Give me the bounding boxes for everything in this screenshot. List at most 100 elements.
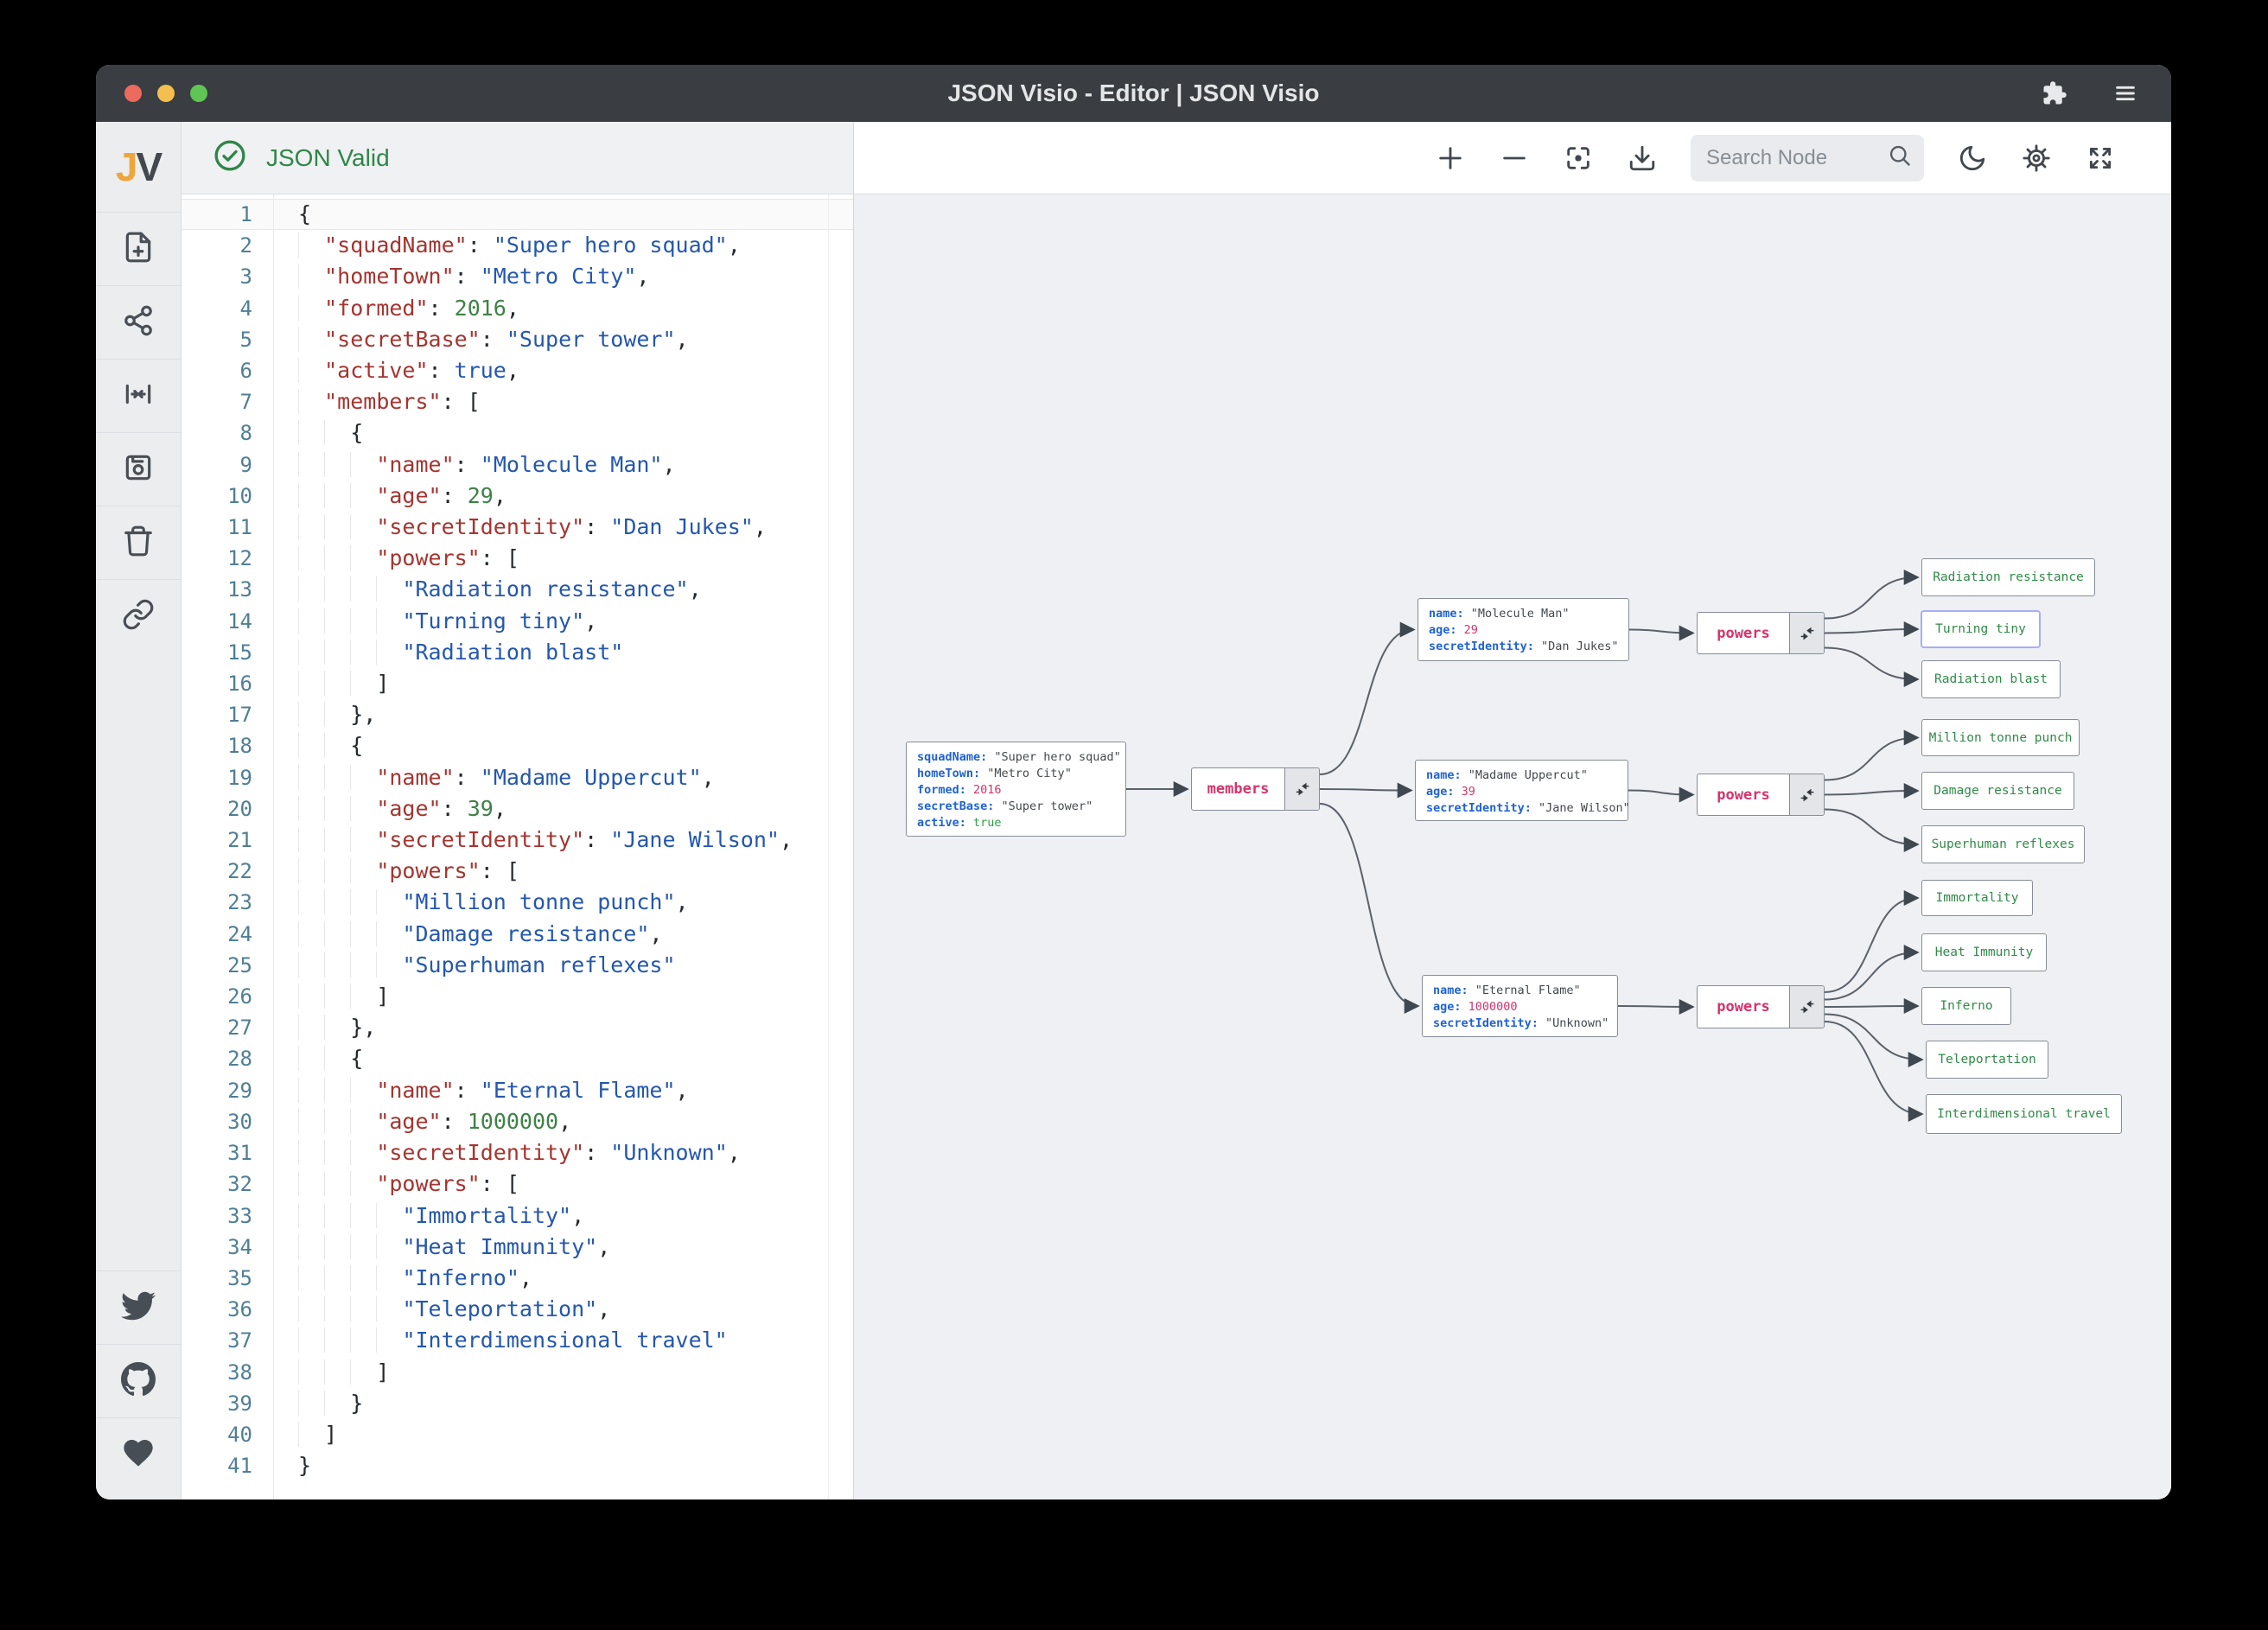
close-button[interactable] — [124, 85, 142, 102]
heart-icon — [121, 1436, 156, 1474]
editor-line: 28 { — [182, 1043, 853, 1074]
graph-node-p1[interactable]: powers — [1697, 612, 1825, 654]
save-floppy-icon — [122, 451, 155, 488]
line-number: 30 — [227, 1109, 252, 1134]
collapse-node-button[interactable] — [1789, 986, 1824, 1028]
jv-logo[interactable]: JV — [96, 122, 181, 212]
dark-mode-button[interactable] — [1957, 143, 1988, 174]
editor-line: 4 "formed": 2016, — [182, 293, 853, 324]
zoom-button[interactable] — [190, 85, 207, 102]
editor-line: 16 ] — [182, 668, 853, 699]
fullscreen-button[interactable] — [2085, 143, 2116, 174]
github-icon — [121, 1361, 156, 1401]
line-number: 17 — [227, 703, 252, 728]
search-node-input[interactable] — [1706, 145, 1888, 170]
menu-icon[interactable] — [2111, 79, 2140, 108]
parent-node-label: powers — [1717, 786, 1770, 804]
editor-line: 21 "secretIdentity": "Jane Wilson", — [182, 825, 853, 856]
line-number: 2 — [239, 233, 252, 258]
collapse-node-button[interactable] — [1789, 774, 1824, 815]
editor-line: 25 "Superhuman reflexes" — [182, 950, 853, 981]
editor-line: 13 "Radiation resistance", — [182, 574, 853, 605]
graph-view-button[interactable] — [96, 285, 181, 359]
graph-node-l2b[interactable]: Damage resistance — [1921, 772, 2074, 810]
graph-node-root[interactable]: squadName: "Super hero squad" homeTown: "… — [906, 742, 1126, 837]
traffic-lights — [124, 85, 207, 102]
search-icon — [1888, 143, 1912, 172]
delete-button[interactable] — [96, 506, 181, 579]
graph-node-l2c[interactable]: Superhuman reflexes — [1921, 825, 2085, 863]
line-number: 16 — [227, 672, 252, 697]
focus-center-button[interactable] — [1563, 143, 1594, 174]
zoom-in-button[interactable] — [1435, 143, 1466, 174]
share-nodes-icon — [122, 304, 155, 341]
share-link-button[interactable] — [96, 579, 181, 653]
editor-line: 5 "secretBase": "Super tower", — [182, 324, 853, 355]
editor-line: 15 "Radiation blast" — [182, 637, 853, 668]
line-number: 33 — [227, 1203, 252, 1228]
editor-line: 40 ] — [182, 1419, 853, 1450]
editor-line: 17 }, — [182, 699, 853, 730]
line-number: 3 — [239, 264, 252, 290]
twitter-button[interactable] — [96, 1270, 181, 1344]
app-window: JSON Visio - Editor | JSON Visio JV JSON… — [96, 65, 2171, 1499]
editor-line: 18 { — [182, 730, 853, 761]
line-number: 35 — [227, 1265, 252, 1290]
download-button[interactable] — [1627, 143, 1658, 174]
validity-bar: JSON Valid — [182, 122, 853, 194]
editor-line: 24 "Damage resistance", — [182, 919, 853, 950]
validity-label: JSON Valid — [266, 143, 390, 171]
new-document-button[interactable] — [96, 212, 181, 285]
line-number: 40 — [227, 1422, 252, 1447]
graph-node-l2a[interactable]: Million tonne punch — [1921, 719, 2080, 756]
editor-line: 29 "name": "Eternal Flame", — [182, 1075, 853, 1106]
zoom-out-button[interactable] — [1499, 143, 1530, 174]
line-number: 24 — [227, 921, 252, 946]
graph-toolbar — [854, 122, 2171, 194]
fit-width-button[interactable] — [96, 359, 181, 432]
parent-node-label: members — [1207, 780, 1270, 798]
line-number: 39 — [227, 1391, 252, 1416]
graph-node-p3[interactable]: powers — [1697, 985, 1825, 1028]
line-number: 28 — [227, 1047, 252, 1072]
graph-node-m2[interactable]: name: "Madame Uppercut" age: 39 secretIden… — [1415, 760, 1630, 821]
line-number: 38 — [227, 1359, 252, 1385]
settings-button[interactable] — [2021, 143, 2052, 174]
graph-node-l1b[interactable]: Turning tiny — [1921, 611, 2040, 647]
graph-node-l3c[interactable]: Inferno — [1921, 987, 2011, 1025]
graph-node-m1[interactable]: name: "Molecule Man" age: 29 secretIdentit… — [1418, 598, 1629, 661]
editor-line: 35 "Inferno", — [182, 1263, 853, 1294]
line-number: 7 — [239, 390, 252, 415]
collapse-node-button[interactable] — [1284, 768, 1319, 810]
sponsor-button[interactable] — [96, 1417, 181, 1491]
graph-node-l3a[interactable]: Immortality — [1921, 880, 2033, 916]
graph-node-l1c[interactable]: Radiation blast — [1921, 660, 2061, 698]
minimize-button[interactable] — [157, 85, 175, 102]
extensions-puzzle-icon[interactable] — [2040, 79, 2069, 108]
editor-line: 32 "powers": [ — [182, 1168, 853, 1200]
json-code-editor[interactable]: 1{2 "squadName": "Super hero squad", 3 "h… — [182, 194, 853, 1499]
titlebar: JSON Visio - Editor | JSON Visio — [96, 65, 2171, 122]
graph-node-l3d[interactable]: Teleportation — [1926, 1041, 2048, 1079]
editor-line: 33 "Immortality", — [182, 1200, 853, 1232]
parent-node-label: powers — [1717, 998, 1770, 1016]
line-number: 23 — [227, 890, 252, 915]
parent-node-label: powers — [1717, 624, 1770, 642]
graph-node-l1a[interactable]: Radiation resistance — [1921, 558, 2095, 596]
line-number: 27 — [227, 1016, 252, 1041]
graph-node-l3e[interactable]: Interdimensional travel — [1926, 1094, 2122, 1134]
graph-node-l3b[interactable]: Heat Immunity — [1921, 933, 2047, 971]
save-button[interactable] — [96, 432, 181, 506]
github-button[interactable] — [96, 1344, 181, 1417]
graph-node-members[interactable]: members — [1191, 767, 1320, 811]
graph-node-m3[interactable]: name: "Eternal Flame" age: 1000000 secretI… — [1422, 975, 1618, 1037]
line-number: 34 — [227, 1234, 252, 1259]
link-icon — [122, 598, 155, 635]
line-number: 15 — [227, 640, 252, 665]
collapse-node-button[interactable] — [1789, 613, 1824, 653]
graph-panel: squadName: "Super hero squad"homeTown: "… — [853, 122, 2171, 1499]
editor-line: 23 "Million tonne punch", — [182, 887, 853, 918]
editor-line: 39 } — [182, 1388, 853, 1419]
graph-node-p2[interactable]: powers — [1697, 774, 1825, 816]
graph-canvas[interactable]: squadName: "Super hero squad" homeTown: "… — [854, 194, 2171, 1499]
